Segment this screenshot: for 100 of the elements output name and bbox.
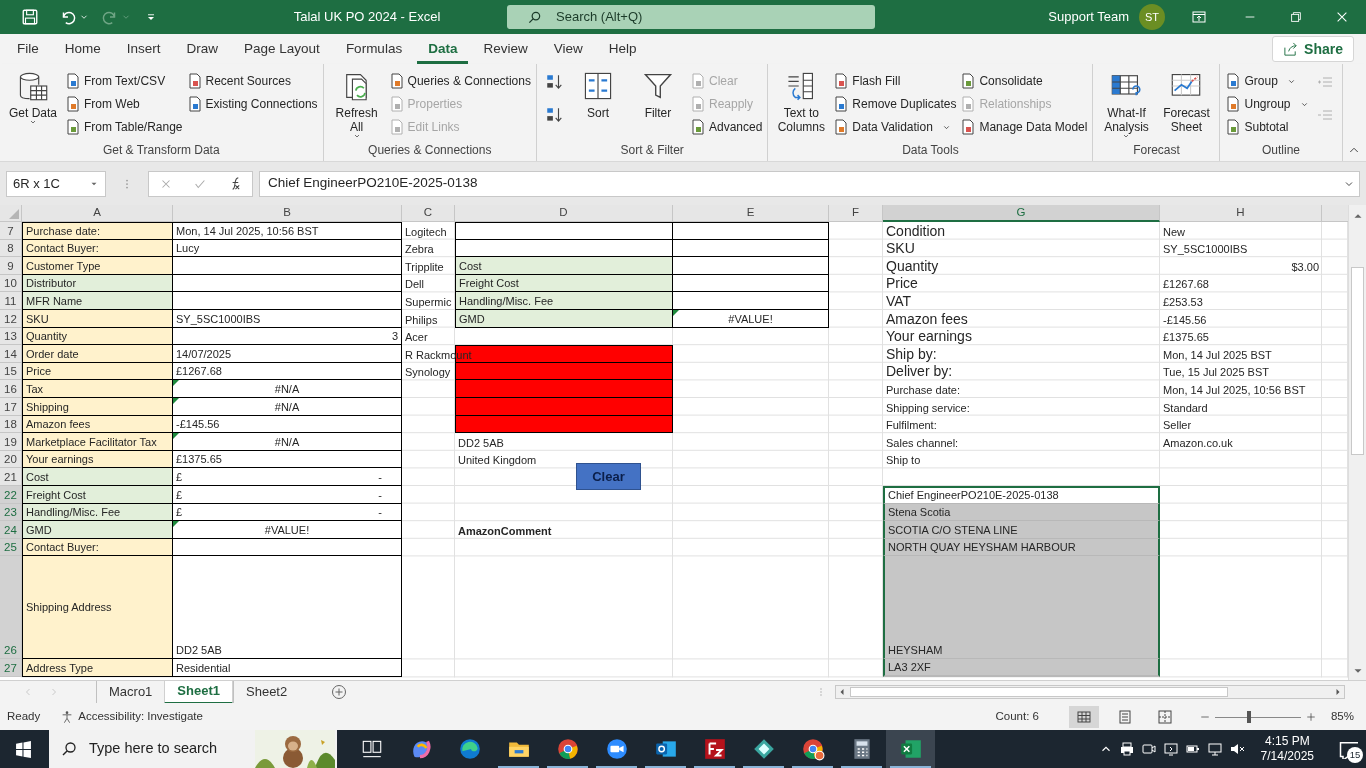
restore-icon[interactable]: [1289, 10, 1303, 24]
scroll-thumb[interactable]: [850, 687, 1229, 697]
table-cell[interactable]: Purchase date:: [22, 222, 173, 240]
zoom-slider[interactable]: [1246, 710, 1251, 723]
table-cell[interactable]: Mon, 14 Jul 2025, 10:56 BST: [173, 222, 402, 240]
ribbon-tab[interactable]: Formulas: [334, 34, 414, 64]
cell-text[interactable]: Acer: [405, 329, 428, 346]
table-cell[interactable]: Customer Type: [22, 257, 173, 275]
ribbon-button[interactable]: Filter: [629, 70, 686, 120]
cell-text[interactable]: Quantity: [886, 257, 939, 275]
cell-text[interactable]: Purchase date:: [886, 381, 960, 398]
cell-text[interactable]: New: [1163, 223, 1185, 240]
printer-icon[interactable]: [1118, 741, 1135, 757]
row-header[interactable]: 27: [0, 659, 22, 678]
zoom-level[interactable]: 85%: [1330, 707, 1354, 726]
table-cell[interactable]: Marketplace Facilitator Tax: [22, 433, 173, 451]
normal-view-icon[interactable]: [1068, 705, 1099, 728]
ribbon-button[interactable]: Recent Sources: [186, 70, 318, 92]
table-cell[interactable]: #N/A: [173, 380, 402, 398]
save-icon[interactable]: [21, 8, 39, 26]
share-button[interactable]: Share: [1272, 36, 1354, 62]
table-cell[interactable]: Residential: [173, 659, 402, 678]
column-header[interactable]: H: [1160, 205, 1322, 222]
cell-text[interactable]: £1375.65: [1163, 329, 1209, 346]
table-cell[interactable]: Address Type: [22, 659, 173, 678]
table-cell[interactable]: Shipping Address: [22, 556, 173, 660]
add-sheet-icon[interactable]: [331, 684, 348, 700]
table-cell[interactable]: SCOTIA C/O STENA LINE: [883, 521, 1160, 539]
ribbon-button[interactable]: Forecast Sheet: [1158, 70, 1215, 134]
ribbon-tab[interactable]: Page Layout: [233, 34, 331, 64]
row-header[interactable]: 11: [0, 292, 22, 310]
cell-text[interactable]: AmazonComment: [458, 522, 552, 539]
cell-text[interactable]: Amazon.co.uk: [1163, 434, 1233, 451]
ribbon-button[interactable]: Get Data: [5, 70, 61, 126]
table-cell[interactable]: [673, 222, 829, 240]
ribbon-tab[interactable]: Data: [417, 34, 469, 64]
ribbon-button[interactable]: Advanced: [689, 116, 763, 138]
ribbon-button[interactable]: Group: [1225, 70, 1309, 92]
table-cell[interactable]: #VALUE!: [173, 521, 402, 539]
spreadsheet-icon[interactable]: [886, 730, 935, 768]
formula-field[interactable]: Chief EngineerPO210E-2025-0138: [259, 170, 1360, 197]
cell-text[interactable]: -£145.56: [1163, 311, 1207, 328]
volume-muted-icon[interactable]: [1228, 741, 1245, 757]
ribbon-button[interactable]: Queries & Connections: [388, 70, 531, 92]
cell-text[interactable]: SKU: [886, 240, 915, 258]
table-cell[interactable]: [673, 292, 829, 310]
error-flag-icon[interactable]: [173, 397, 179, 404]
error-flag-icon[interactable]: [673, 309, 679, 316]
table-cell[interactable]: [455, 380, 673, 398]
ribbon-button[interactable]: From Text/CSV: [65, 70, 183, 92]
ribbon-button[interactable]: Existing Connections: [186, 93, 318, 115]
table-cell[interactable]: 14/07/2025: [173, 345, 402, 363]
clock-time[interactable]: 4:15 PM: [1264, 734, 1310, 749]
cell-text[interactable]: Zebra: [405, 241, 434, 258]
table-cell[interactable]: Order date: [22, 345, 173, 363]
column-header[interactable]: B: [173, 205, 402, 222]
cell-text[interactable]: DD2 5AB: [458, 434, 504, 451]
scroll-thumb[interactable]: [1351, 267, 1364, 455]
row-header[interactable]: 26: [0, 556, 22, 660]
row-header[interactable]: 21: [0, 468, 22, 486]
table-cell[interactable]: GMD: [22, 521, 173, 539]
column-header[interactable]: A: [22, 205, 173, 222]
ribbon-tab[interactable]: Insert: [115, 34, 172, 64]
cell-text[interactable]: Amazon fees: [886, 310, 968, 328]
row-header[interactable]: 7: [0, 222, 22, 240]
cell-text[interactable]: Fulfilment:: [886, 417, 937, 434]
ribbon-button[interactable]: Consolidate: [960, 70, 1088, 92]
ribbon-tab[interactable]: Home: [53, 34, 112, 64]
cell-text[interactable]: Ship by:: [886, 345, 937, 363]
clock-date[interactable]: 7/14/2025: [1260, 749, 1314, 764]
table-cell[interactable]: £ -: [173, 468, 402, 486]
row-header[interactable]: 9: [0, 257, 22, 275]
cell-text[interactable]: Philips: [405, 311, 438, 328]
cell-text[interactable]: VAT: [886, 292, 912, 310]
cell-text[interactable]: Standard: [1163, 399, 1208, 416]
cell-text[interactable]: Synology: [405, 364, 451, 381]
cell-text[interactable]: $3.00: [1291, 258, 1319, 275]
cell-text[interactable]: Price: [886, 275, 918, 293]
table-cell[interactable]: LA3 2XF: [883, 659, 1160, 678]
column-header[interactable]: E: [673, 205, 829, 222]
cell-text[interactable]: Your earnings: [886, 328, 972, 346]
table-cell[interactable]: Cost: [455, 257, 673, 275]
column-header[interactable]: F: [829, 205, 883, 222]
display-icon[interactable]: [1162, 741, 1179, 757]
table-cell[interactable]: HEYSHAM: [883, 556, 1160, 660]
ribbon-button[interactable]: Sort: [569, 70, 626, 120]
table-cell[interactable]: #N/A: [173, 433, 402, 451]
cell-text[interactable]: SY_5SC1000IBS: [1163, 241, 1248, 258]
ribbon-tab[interactable]: Draw: [175, 34, 230, 64]
ribbon-button[interactable]: Data Validation: [833, 116, 957, 138]
ribbon-button[interactable]: What-If Analysis: [1098, 70, 1155, 140]
cell-text[interactable]: Deliver by:: [886, 363, 953, 381]
cell-text[interactable]: Supermic: [405, 293, 452, 310]
cell-text[interactable]: United Kingdom: [458, 452, 537, 469]
table-cell[interactable]: MFR Name: [22, 292, 173, 310]
name-box[interactable]: 6R x 1C: [6, 170, 106, 197]
notification-button[interactable]: 15: [1330, 730, 1366, 768]
column-header[interactable]: C: [402, 205, 455, 222]
table-cell[interactable]: Cost: [22, 468, 173, 486]
cell-text[interactable]: Condition: [886, 222, 946, 240]
